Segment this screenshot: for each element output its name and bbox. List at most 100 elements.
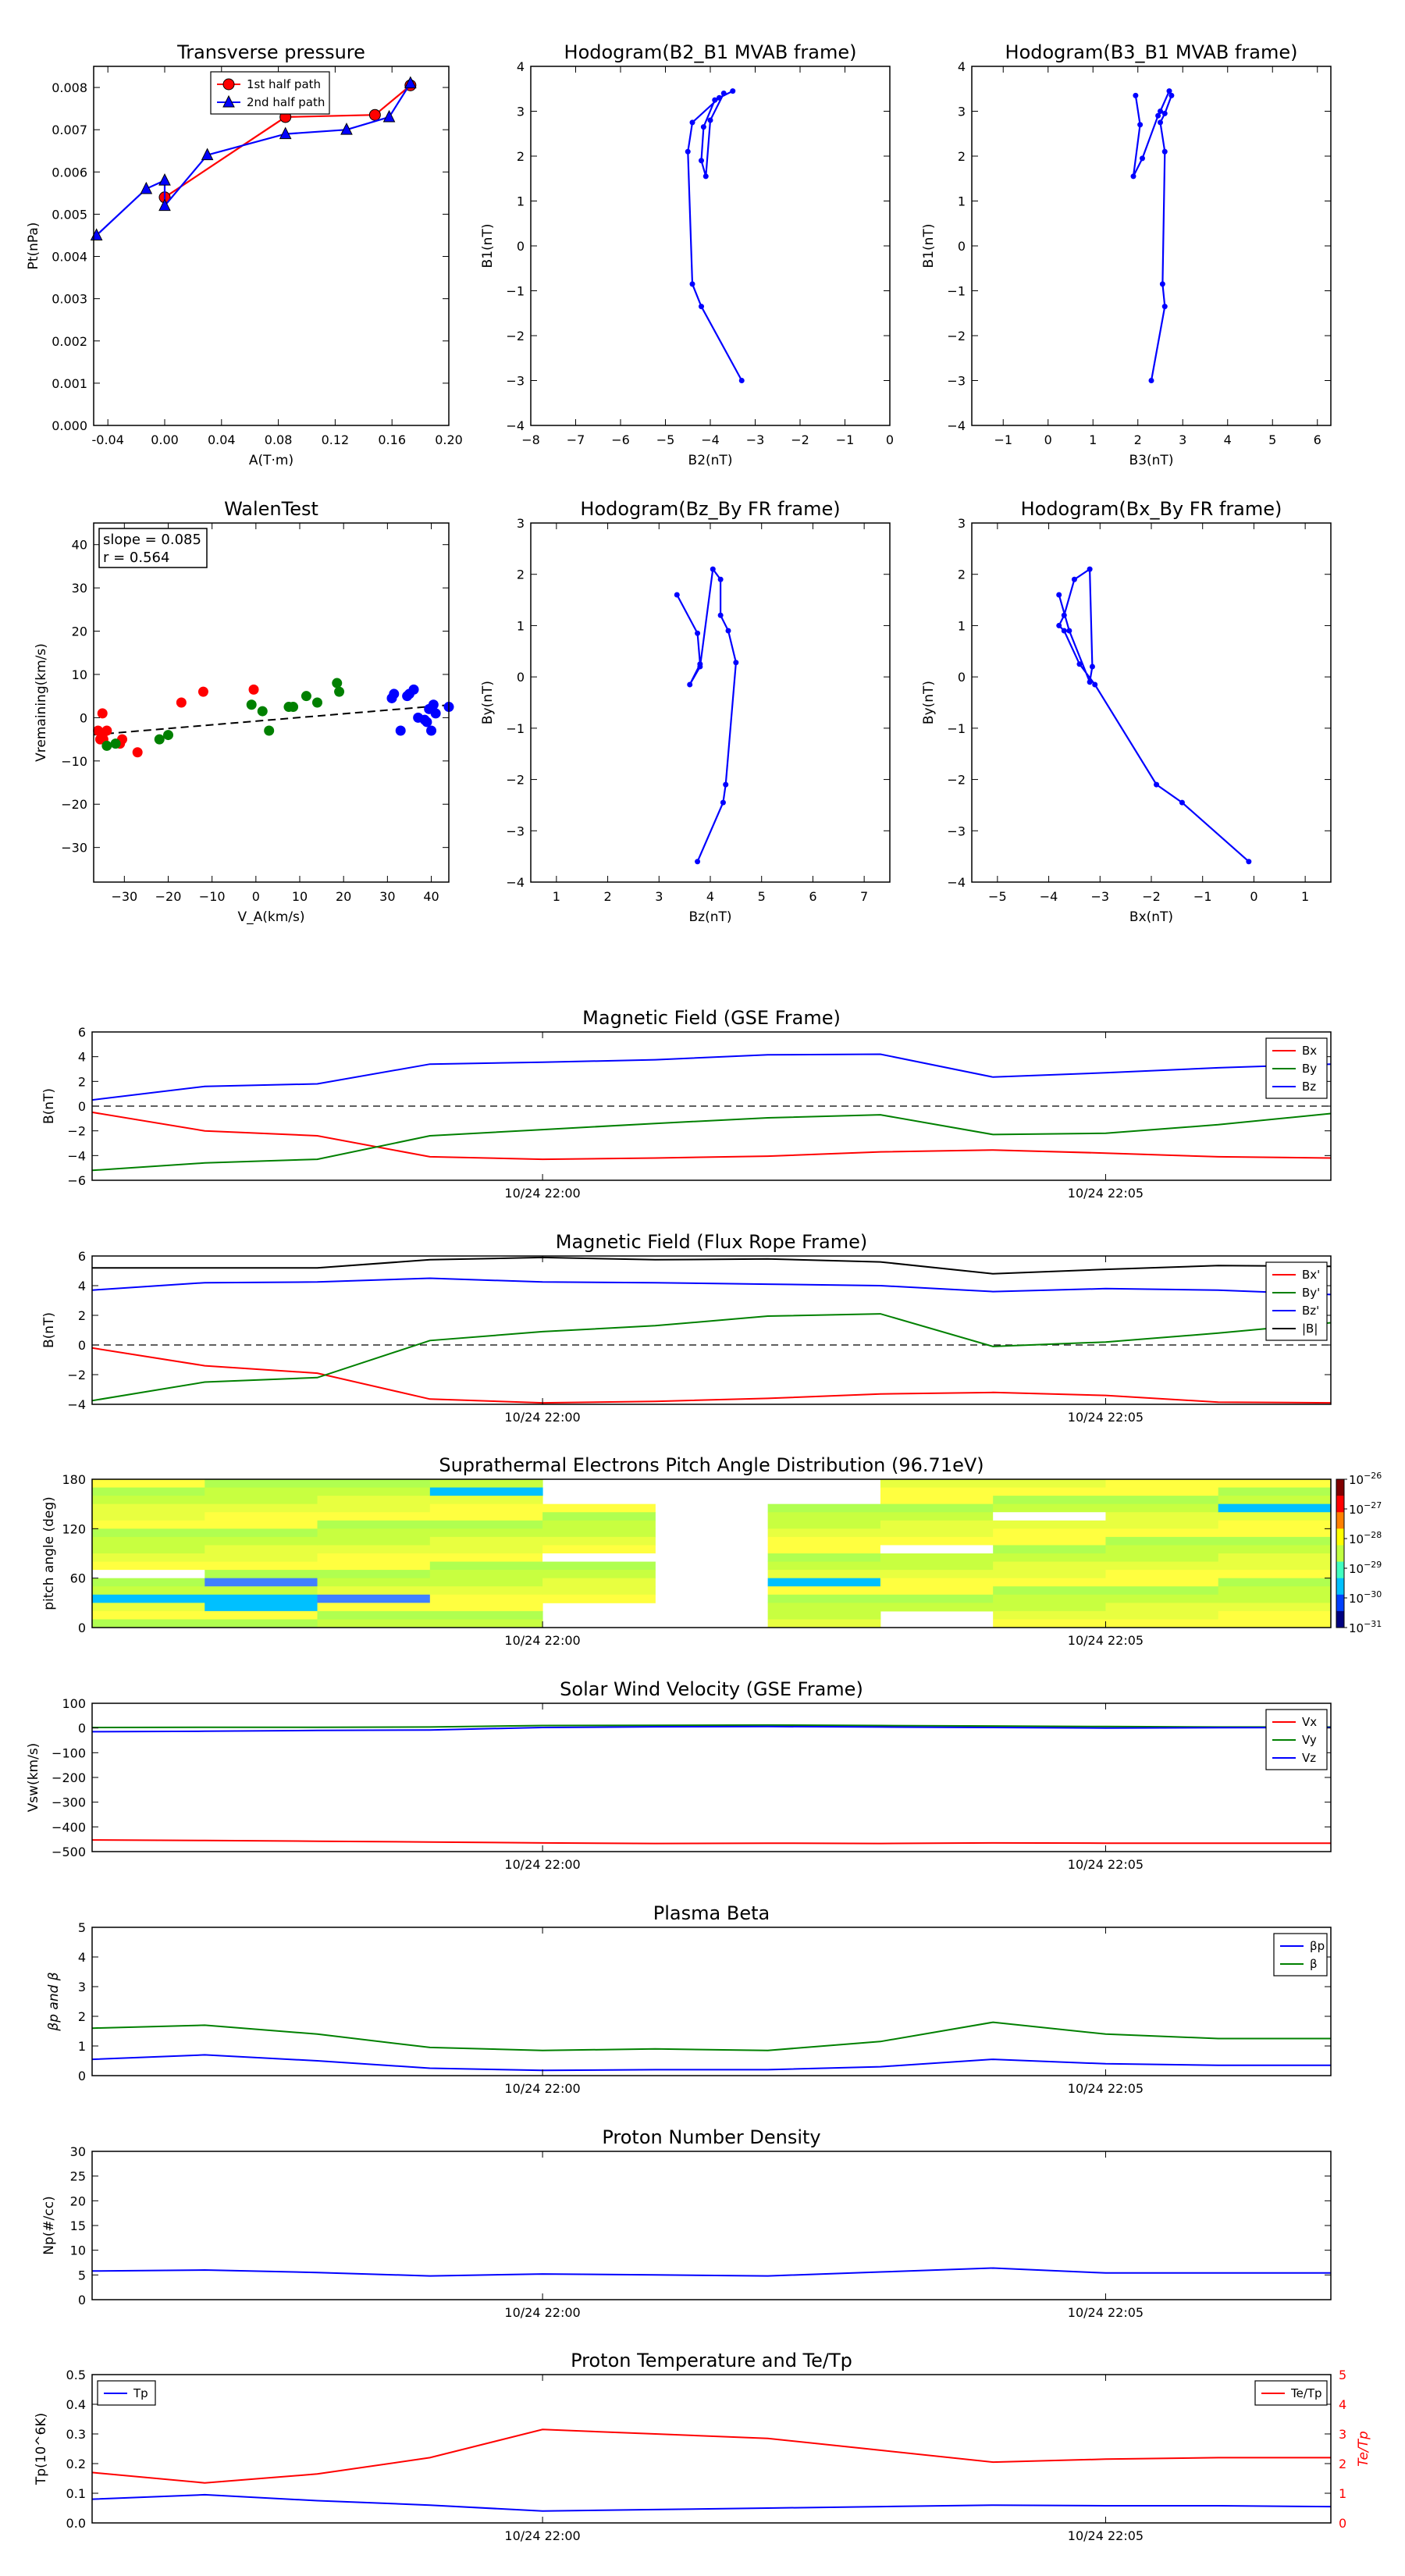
heatmap-cell [317,1536,431,1546]
heatmap-cell [880,1512,994,1521]
y-axis-label: By(nT) [921,681,937,724]
y-tick-label: −400 [52,1820,86,1834]
y-tick-label: 0.003 [52,292,87,307]
heatmap-cell [205,1528,318,1538]
panel-title: WalenTest [224,498,318,520]
data-point [404,688,414,699]
figure-canvas: Transverse pressure-0.04 0.00 0.04 0.08 0.12… [0,0,1405,2576]
x-axis-label: B2(nT) [688,453,733,468]
data-point [1166,88,1172,94]
y-tick-label: 0 [78,1621,86,1635]
heatmap-cell [880,1545,994,1554]
heatmap-cell [205,1603,318,1612]
heatmap-cell [1105,1496,1219,1505]
legend-label: By [1302,1062,1317,1076]
y-tick-label: 2 [78,1308,86,1323]
heatmap-cell [1105,1570,1219,1579]
heatmap-cell [1218,1512,1332,1521]
y-tick-label: 5 [78,1920,86,1935]
heatmap-cell [1105,1520,1219,1529]
right-tick-label: 3 [1339,2427,1346,2442]
right-tick-label: 5 [1339,2368,1346,2382]
y-axis-label: Np(#/cc) [41,2196,57,2254]
y-tick-label: −1 [947,284,966,299]
heatmap-cell [92,1512,205,1521]
heatmap-cell [317,1594,431,1603]
colorbar-segment [1336,1578,1344,1596]
x-tick-label: 6 [1314,432,1321,447]
heatmap-cell [1218,1619,1332,1628]
annotation-slope: slope = 0.085 [103,532,201,548]
heatmap-cell [880,1594,994,1603]
y-tick-label: −2 [67,1124,86,1139]
data-point [334,686,345,697]
x-tick-label: −2 [1142,889,1161,904]
time-tick-label: 10/24 22:00 [504,2528,580,2543]
x-tick-label: 5 [1268,432,1276,447]
x-tick-label: −7 [567,432,585,447]
heatmap-cell [1218,1586,1332,1596]
data-point [712,97,718,103]
colorbar-exponent: −30 [1364,1589,1382,1599]
x-tick-label: -0.04 [91,432,123,447]
y-tick-label: 2 [958,149,966,164]
heatmap-cell [205,1553,318,1563]
heatmap-cell [1218,1570,1332,1579]
heatmap-cell [1218,1520,1332,1529]
y-tick-label: −4 [947,875,966,890]
time-tick-label: 10/24 22:05 [1068,2081,1144,2096]
y-tick-label: −1 [947,721,966,736]
legend-label: Tp [133,2386,148,2400]
time-tick-label: 10/24 22:05 [1068,1186,1144,1201]
legend-label: Bx [1302,1044,1317,1058]
data-point [1161,304,1168,310]
heatmap-cell [429,1553,543,1563]
x-axis-label: A(T·m) [249,453,293,468]
heatmap-cell [317,1496,431,1505]
heatmap-cell [993,1528,1106,1538]
y-tick-label: −1 [506,721,525,736]
heatmap-cell [205,1578,318,1587]
heatmap-cell [880,1479,994,1489]
data-point [1148,378,1154,383]
y-tick-label: 180 [62,1472,86,1487]
heatmap-cell [542,1578,656,1587]
y-tick-label: 0 [78,1099,86,1114]
panel-title: Hodogram(Bz_By FR frame) [580,498,840,520]
heatmap-cell [542,1512,656,1521]
y-tick-label: 4 [958,59,966,74]
x-tick-label: 5 [758,889,766,904]
right-tick-label: 4 [1339,2397,1346,2412]
y-tick-label: 2 [78,2009,86,2024]
heatmap-cell [1218,1578,1332,1587]
y-tick-label: −200 [52,1770,86,1785]
data-point [725,628,731,634]
x-axis-label: Bx(nT) [1129,909,1173,925]
colorbar-segment [1336,1479,1344,1496]
x-tick-label: 0 [886,432,894,447]
time-tick-label: 10/24 22:00 [504,1186,580,1201]
heatmap-cell [205,1512,318,1521]
x-tick-label: 2 [1134,432,1142,447]
data-point [1179,799,1185,806]
y-tick-label: 1 [958,194,966,209]
heatmap-cell [429,1545,543,1554]
heatmap-cell [429,1603,543,1612]
data-point [422,717,432,728]
heatmap-cell [542,1553,656,1563]
heatmap-cell [880,1553,994,1563]
heatmap-cell [767,1578,881,1587]
x-tick-label: 0.20 [435,432,463,447]
heatmap-cell [1218,1496,1332,1505]
heatmap-cell [993,1479,1106,1489]
heatmap-cell [542,1520,656,1529]
legend-label: Bx' [1302,1268,1320,1282]
heatmap-cell [429,1536,543,1546]
y-tick-label: −3 [506,824,525,838]
heatmap-cell [1105,1561,1219,1571]
y-tick-label: 3 [517,516,525,531]
y-axis-label-right: Te/Tp [1356,2431,1371,2467]
time-tick-label: 10/24 22:05 [1068,1410,1144,1425]
annotation-r: r = 0.564 [103,550,169,566]
data-point [257,706,268,717]
